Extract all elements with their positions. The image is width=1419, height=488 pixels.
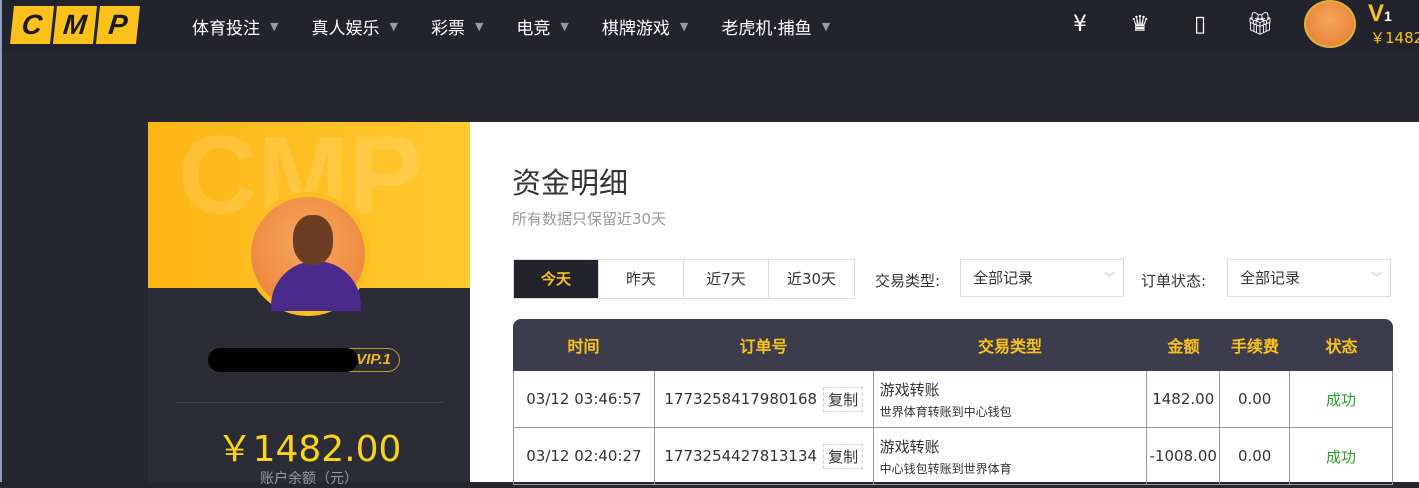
cell-amount: 1482.00: [1147, 371, 1221, 427]
menu-esports[interactable]: 电竞 ▼: [516, 14, 568, 39]
chevron-down-icon: ▼: [270, 19, 279, 33]
chevron-down-icon: ▼: [821, 19, 831, 33]
cell-time: 03/12 02:40:27: [514, 428, 655, 484]
logo-letter: P: [96, 6, 140, 44]
fund-details-panel: 资金明细 所有数据只保留近30天 今天 昨天 近7天 近30天 交易类型: 全部…: [470, 122, 1419, 485]
tab-7-days[interactable]: 近7天: [684, 260, 769, 298]
menu-live-casino[interactable]: 真人娱乐 ▼: [311, 14, 397, 39]
type-filter-select[interactable]: 全部记录 ﹀: [960, 259, 1124, 297]
menu-slots-fishing[interactable]: 老虎机·捕鱼 ▼: [721, 14, 830, 39]
menu-sports[interactable]: 体育投注 ▼: [192, 14, 278, 39]
page-title: 资金明细: [512, 166, 629, 200]
logo[interactable]: C M P: [10, 6, 140, 44]
menu-lottery[interactable]: 彩票 ▼: [431, 14, 483, 39]
table-row: 03/12 03:46:57 1773258417980168 复制 游戏转账 世界…: [513, 371, 1393, 428]
crown-icon[interactable]: ♛: [1126, 12, 1154, 37]
logo-letter: M: [53, 6, 97, 44]
date-tabs: 今天 昨天 近7天 近30天: [513, 259, 855, 299]
profile-panel: CMP VIP.1 ￥1482.00 账户余额（元）: [148, 122, 470, 487]
username-redacted: [208, 348, 358, 372]
cell-fee: 0.00: [1220, 428, 1291, 484]
cell-time: 03/12 03:46:57: [514, 371, 655, 427]
column-header: 手续费: [1230, 337, 1279, 356]
menu-card-games[interactable]: 棋牌游戏 ▼: [602, 14, 688, 39]
logo-letter: C: [10, 6, 54, 44]
chevron-down-icon: ﹀: [1104, 271, 1115, 284]
status-filter-select[interactable]: 全部记录 ﹀: [1227, 259, 1391, 297]
top-nav: C M P 体育投注 ▼ 真人娱乐 ▼ 彩票 ▼ 电竞 ▼ 棋牌游戏 ▼ 老虎机·捕鱼 ▼ …: [2, 0, 1419, 52]
menu-label: 真人娱乐: [311, 18, 380, 39]
menu-label: 彩票: [430, 18, 465, 39]
table-row: 03/12 02:40:27 1773254427813134 复制 游戏转账 中心…: [513, 428, 1393, 485]
type-filter-label: 交易类型:: [875, 272, 941, 290]
profile-avatar: [246, 192, 370, 316]
column-header: 交易类型: [977, 337, 1042, 356]
menu-label: 体育投注: [192, 18, 260, 39]
table-header: 时间 订单号 交易类型 金额 手续费 状态: [513, 319, 1393, 371]
gift-icon[interactable]: 🎁︎: [1246, 12, 1274, 37]
tablet-icon[interactable]: ▯: [1186, 12, 1214, 37]
cell-type: 游戏转账 中心钱包转账到世界体育: [874, 428, 1148, 484]
chevron-down-icon: ▼: [389, 19, 398, 33]
header-balance: ￥1482.: [1370, 29, 1419, 47]
menu-label: 棋牌游戏: [601, 18, 670, 39]
user-avatar[interactable]: [1304, 0, 1356, 48]
main-menu: 体育投注 ▼ 真人娱乐 ▼ 彩票 ▼ 电竞 ▼ 棋牌游戏 ▼ 老虎机·捕鱼 ▼: [192, 0, 830, 52]
copy-button[interactable]: 复制: [823, 386, 864, 412]
chevron-down-icon: ▼: [474, 19, 484, 33]
chevron-down-icon: ▼: [679, 19, 689, 33]
status-badge: 成功: [1290, 428, 1393, 484]
chevron-down-icon: ▼: [560, 19, 569, 33]
tab-today[interactable]: 今天: [514, 260, 599, 298]
account-balance: ￥1482.00: [216, 429, 402, 470]
cell-type: 游戏转账 世界体育转账到中心钱包: [874, 371, 1148, 427]
cell-order: 1773254427813134 复制: [655, 428, 874, 484]
column-header: 时间: [567, 337, 600, 356]
column-header: 状态: [1325, 337, 1358, 356]
divider: [175, 402, 443, 403]
transactions-table: 时间 订单号 交易类型 金额 手续费 状态 03/12 03:46:57 177…: [513, 319, 1393, 485]
tab-yesterday[interactable]: 昨天: [599, 260, 684, 298]
page-subtitle: 所有数据只保留近30天: [512, 210, 667, 228]
account-balance-label: 账户余额（元）: [260, 471, 358, 487]
cell-fee: 0.00: [1220, 371, 1291, 427]
chevron-down-icon: ﹀: [1371, 271, 1382, 284]
status-badge: 成功: [1290, 371, 1393, 427]
cell-amount: -1008.00: [1147, 428, 1221, 484]
copy-button[interactable]: 复制: [823, 443, 864, 469]
yen-ticket-icon[interactable]: ¥: [1066, 12, 1094, 37]
menu-label: 老虎机·捕鱼: [721, 18, 812, 39]
menu-label: 电竞: [516, 18, 551, 39]
column-header: 金额: [1167, 337, 1200, 356]
vip-level: V1: [1368, 0, 1392, 27]
column-header: 订单号: [739, 337, 788, 356]
cell-order: 1773258417980168 复制: [655, 371, 874, 427]
status-filter-label: 订单状态:: [1141, 272, 1207, 290]
tab-30-days[interactable]: 近30天: [769, 260, 854, 298]
